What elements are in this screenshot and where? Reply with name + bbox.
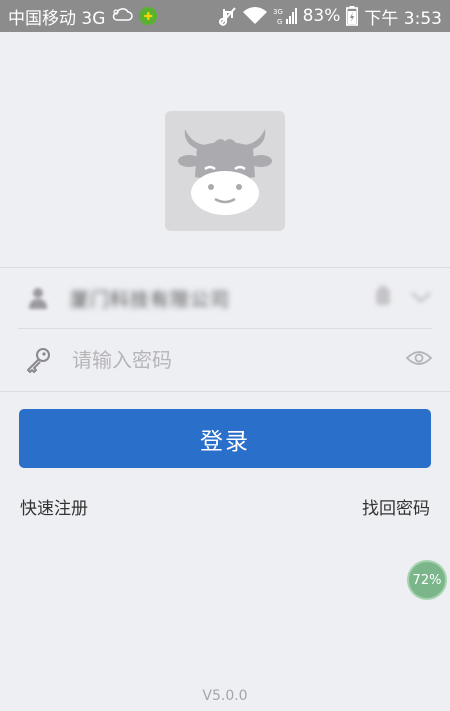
clock: 下午 3:53 [364, 8, 442, 29]
form-bottom-divider [0, 391, 450, 392]
floating-progress-badge[interactable]: 72% [407, 560, 447, 600]
status-bar-right: 3G G 83% 下午 3:53 [218, 4, 442, 29]
version-label: V5.0.0 [202, 688, 248, 704]
password-input[interactable] [70, 347, 364, 373]
forgot-password-link[interactable]: 找回密码 [362, 494, 430, 519]
register-link[interactable]: 快速注册 [20, 494, 88, 519]
username-value[interactable]: 厦门科技有限公司 [70, 285, 230, 312]
app-logo [165, 111, 285, 231]
cow-face-icon [178, 129, 272, 215]
login-button[interactable]: 登录 [19, 409, 431, 468]
password-field[interactable] [18, 329, 433, 391]
status-bar-left: 中国移动 3G ✚ [8, 4, 158, 29]
network-label-bottom: G [277, 18, 282, 26]
eye-icon[interactable] [405, 349, 433, 371]
mute-icon [218, 6, 237, 26]
network-label-top: 3G [273, 8, 283, 16]
weather-icon [111, 6, 134, 26]
status-bar: 中国移动 3G ✚ 3G G 83% 下午 3:53 [0, 0, 450, 32]
wifi-icon [242, 7, 267, 25]
user-icon [18, 278, 58, 318]
username-actions [374, 286, 432, 310]
app-notification-icon: ✚ [139, 7, 158, 25]
signal-icon: 3G G [273, 6, 297, 26]
password-actions [405, 349, 433, 371]
key-icon [18, 340, 58, 380]
battery-icon [346, 6, 359, 26]
chevron-down-icon[interactable] [410, 289, 432, 308]
username-field[interactable]: 厦门科技有限公司 [18, 267, 432, 329]
clear-icon[interactable] [374, 286, 392, 310]
battery-percent: 83% [302, 6, 341, 26]
carrier-text: 中国移动 3G [8, 8, 106, 29]
